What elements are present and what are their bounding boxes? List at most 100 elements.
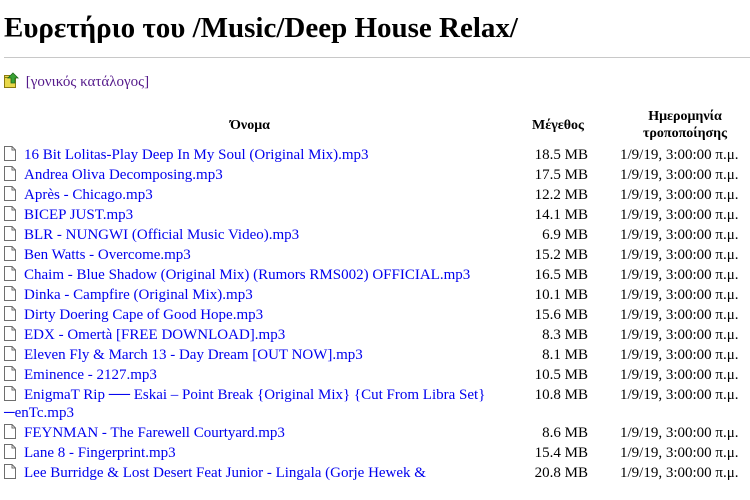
file-size: 16.5 MB [534, 267, 588, 283]
file-name-cell: Lane 8 - Fingerprint.mp3 [4, 444, 496, 464]
file-link[interactable]: Lane 8 - Fingerprint.mp3 [24, 445, 176, 461]
table-row: Chaim - Blue Shadow (Original Mix) (Rumo… [4, 266, 750, 286]
table-row: Ben Watts - Overcome.mp3 15.2 MB 1/9/19, 3… [4, 246, 750, 266]
file-icon [4, 306, 16, 321]
file-modified-date: 1/9/19, 3:00:00 π.μ. [620, 247, 739, 263]
file-name-cell: Chaim - Blue Shadow (Original Mix) (Rumo… [4, 266, 496, 286]
file-modified-date: 1/9/19, 3:00:00 π.μ. [620, 387, 739, 403]
file-icon [4, 206, 16, 221]
table-row: 16 Bit Lolitas-Play Deep In My Soul (Ori… [4, 146, 750, 166]
file-link[interactable]: EnigmaT Rip ── Eskai – Point Break {Orig… [4, 387, 485, 421]
table-row: Dirty Doering Cape of Good Hope.mp3 15.6 … [4, 306, 750, 326]
parent-directory-link[interactable]: [γονικός κατάλογος] [26, 74, 149, 90]
file-modified-date: 1/9/19, 3:00:00 π.μ. [620, 287, 739, 303]
file-name-cell: Dinka - Campfire (Original Mix).mp3 [4, 286, 496, 306]
file-modified-date: 1/9/19, 3:00:00 π.μ. [620, 425, 739, 441]
table-row: Andrea Oliva Decomposing.mp3 17.5 MB 1/9/1… [4, 166, 750, 186]
file-icon [4, 186, 16, 201]
file-icon [4, 366, 16, 381]
column-header-date[interactable]: Ημερομηνία τροποποίησης [620, 108, 750, 146]
file-icon [4, 226, 16, 241]
file-name-cell: Après - Chicago.mp3 [4, 186, 496, 206]
table-row: EnigmaT Rip ── Eskai – Point Break {Orig… [4, 386, 750, 424]
up-folder-icon[interactable] [4, 72, 19, 88]
file-rows: 16 Bit Lolitas-Play Deep In My Soul (Ori… [4, 146, 750, 484]
file-modified-date: 1/9/19, 3:00:00 π.μ. [620, 465, 739, 481]
file-link[interactable]: BICEP JUST.mp3 [24, 207, 133, 223]
file-link[interactable]: FEYNMAN - The Farewell Courtyard.mp3 [24, 425, 285, 441]
table-row: Dinka - Campfire (Original Mix).mp3 10.1 … [4, 286, 750, 306]
table-row: FEYNMAN - The Farewell Courtyard.mp3 8.6 … [4, 424, 750, 444]
file-modified-date: 1/9/19, 3:00:00 π.μ. [620, 327, 739, 343]
file-link[interactable]: Eleven Fly & March 13 - Day Dream [OUT N… [24, 347, 363, 363]
table-row: Lane 8 - Fingerprint.mp3 15.4 MB 1/9/19, 3… [4, 444, 750, 464]
file-name-cell: FEYNMAN - The Farewell Courtyard.mp3 [4, 424, 496, 444]
file-name-cell: Dirty Doering Cape of Good Hope.mp3 [4, 306, 496, 326]
file-icon [4, 166, 16, 181]
table-row: Eleven Fly & March 13 - Day Dream [OUT N… [4, 346, 750, 366]
file-link[interactable]: Andrea Oliva Decomposing.mp3 [24, 167, 223, 183]
file-modified-date: 1/9/19, 3:00:00 π.μ. [620, 147, 739, 163]
file-size: 10.1 MB [534, 287, 588, 303]
file-name-cell: Eleven Fly & March 13 - Day Dream [OUT N… [4, 346, 496, 366]
file-size: 15.2 MB [534, 247, 588, 263]
file-size: 14.1 MB [534, 207, 588, 223]
file-modified-date: 1/9/19, 3:00:00 π.μ. [620, 207, 739, 223]
file-modified-date: 1/9/19, 3:00:00 π.μ. [620, 267, 739, 283]
file-size: 20.8 MB [534, 465, 588, 481]
file-modified-date: 1/9/19, 3:00:00 π.μ. [620, 227, 739, 243]
file-name-cell: EDX - Omertà [FREE DOWNLOAD].mp3 [4, 326, 496, 346]
file-modified-date: 1/9/19, 3:00:00 π.μ. [620, 307, 739, 323]
file-modified-date: 1/9/19, 3:00:00 π.μ. [620, 445, 739, 461]
title-divider [4, 57, 750, 58]
file-icon [4, 386, 16, 401]
file-icon [4, 424, 16, 439]
file-size: 17.5 MB [534, 167, 588, 183]
file-name-cell: 16 Bit Lolitas-Play Deep In My Soul (Ori… [4, 146, 496, 166]
file-name-cell: Lee Burridge & Lost Desert Feat Junior -… [4, 464, 496, 484]
file-size: 15.6 MB [534, 307, 588, 323]
file-size: 8.1 MB [542, 347, 588, 363]
file-table: Όνομα Μέγεθος Ημερομηνία τροποποίησης 16… [4, 108, 750, 484]
file-size: 6.9 MB [542, 227, 588, 243]
table-row: BLR - NUNGWI (Official Music Video).mp3 6… [4, 226, 750, 246]
file-size: 15.4 MB [534, 445, 588, 461]
file-link[interactable]: EDX - Omertà [FREE DOWNLOAD].mp3 [24, 327, 285, 343]
column-header-name[interactable]: Όνομα [4, 108, 496, 146]
file-modified-date: 1/9/19, 3:00:00 π.μ. [620, 347, 739, 363]
file-icon [4, 464, 16, 479]
file-icon [4, 346, 16, 361]
file-size: 12.2 MB [534, 187, 588, 203]
file-link[interactable]: Ben Watts - Overcome.mp3 [24, 247, 191, 263]
file-link[interactable]: Après - Chicago.mp3 [24, 187, 153, 203]
file-link[interactable]: Dinka - Campfire (Original Mix).mp3 [24, 287, 253, 303]
table-row: BICEP JUST.mp3 14.1 MB 1/9/19, 3:00:00 π.μ… [4, 206, 750, 226]
table-row: Lee Burridge & Lost Desert Feat Junior -… [4, 464, 750, 484]
file-modified-date: 1/9/19, 3:00:00 π.μ. [620, 367, 739, 383]
file-icon [4, 146, 16, 161]
file-name-cell: Ben Watts - Overcome.mp3 [4, 246, 496, 266]
directory-listing-page: Ευρετήριο του /Music/Deep House Relax/ [… [4, 0, 750, 484]
file-icon [4, 286, 16, 301]
file-icon [4, 326, 16, 341]
file-link[interactable]: BLR - NUNGWI (Official Music Video).mp3 [24, 227, 299, 243]
file-size: 10.8 MB [534, 387, 588, 403]
file-link[interactable]: Lee Burridge & Lost Desert Feat Junior -… [24, 465, 426, 481]
file-name-cell: EnigmaT Rip ── Eskai – Point Break {Orig… [4, 386, 496, 424]
parent-directory-row: [γονικός κατάλογος] [4, 72, 750, 90]
column-header-size[interactable]: Μέγεθος [496, 108, 620, 146]
file-name-cell: Andrea Oliva Decomposing.mp3 [4, 166, 496, 186]
file-icon [4, 444, 16, 459]
file-icon [4, 266, 16, 281]
file-size: 8.6 MB [542, 425, 588, 441]
file-link[interactable]: Eminence - 2127.mp3 [24, 367, 157, 383]
page-title: Ευρετήριο του /Music/Deep House Relax/ [4, 12, 518, 44]
file-modified-date: 1/9/19, 3:00:00 π.μ. [620, 167, 739, 183]
table-row: Après - Chicago.mp3 12.2 MB 1/9/19, 3:00:0… [4, 186, 750, 206]
file-size: 10.5 MB [534, 367, 588, 383]
file-link[interactable]: Dirty Doering Cape of Good Hope.mp3 [24, 307, 263, 323]
table-row: Eminence - 2127.mp3 10.5 MB 1/9/19, 3:00:0… [4, 366, 750, 386]
table-header-row: Όνομα Μέγεθος Ημερομηνία τροποποίησης [4, 108, 750, 146]
file-link[interactable]: 16 Bit Lolitas-Play Deep In My Soul (Ori… [24, 147, 369, 163]
file-link[interactable]: Chaim - Blue Shadow (Original Mix) (Rumo… [24, 267, 470, 283]
